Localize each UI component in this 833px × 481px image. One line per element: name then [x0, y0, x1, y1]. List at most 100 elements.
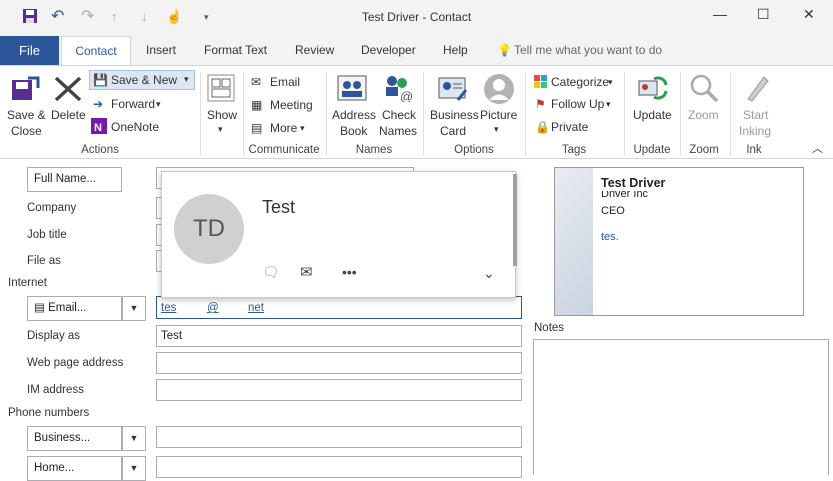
web-page-field[interactable] — [156, 352, 522, 374]
group-label-communicate: Communicate — [248, 144, 320, 156]
more-chevron-icon[interactable]: ▾ — [300, 121, 305, 136]
lock-icon: 🔒 — [535, 120, 550, 134]
notes-field[interactable] — [533, 339, 829, 475]
business-card-preview[interactable]: Test Driver Driver Inc CEO tes. — [554, 167, 804, 316]
categorize-button[interactable]: Categorize — [551, 75, 609, 90]
svg-text:@: @ — [400, 89, 413, 102]
job-title-label: Job title — [27, 229, 67, 241]
tab-contact[interactable]: Contact — [61, 36, 131, 65]
contact-card-popup: TD Test 🗨 ✉ ••• ⌄ — [161, 171, 517, 298]
save-close-icon — [10, 74, 40, 105]
delete-icon — [54, 76, 82, 105]
business-phone-dropdown[interactable]: ▼ — [122, 426, 146, 451]
forward-icon: ➔ — [93, 97, 104, 111]
private-button[interactable]: Private — [551, 120, 588, 135]
minimize-icon[interactable]: — — [713, 6, 727, 22]
tab-row: File Contact Insert Format Text Review D… — [0, 36, 833, 65]
email-field[interactable]: tes @ net — [156, 296, 522, 319]
expand-chevron-icon[interactable]: ⌄ — [483, 265, 495, 282]
show-chevron-icon: ▾ — [218, 124, 223, 134]
tab-format-text[interactable]: Format Text — [204, 43, 267, 57]
more-actions-icon[interactable]: ••• — [342, 264, 357, 280]
categorize-icon — [534, 75, 548, 92]
tab-developer[interactable]: Developer — [361, 43, 416, 57]
categorize-chevron-icon[interactable]: ▾ — [608, 75, 613, 90]
business-phone-button[interactable]: Business... — [27, 426, 122, 451]
mail-icon[interactable]: ✉ — [300, 263, 313, 281]
ribbon: Save & Close Delete 💾 Save & New ▾ ➔ For… — [0, 65, 833, 159]
im-address-label: IM address — [27, 384, 84, 396]
svg-text:N: N — [94, 122, 102, 134]
phone-numbers-section-label: Phone numbers — [8, 407, 90, 419]
email-icon: ✉ — [251, 75, 262, 89]
avatar: TD — [174, 194, 244, 264]
save-new-button[interactable]: 💾 Save & New ▾ — [89, 70, 195, 90]
tab-help[interactable]: Help — [443, 43, 468, 57]
meeting-icon: ▦ — [251, 98, 263, 112]
tell-me-search[interactable]: Tell me what you want to do — [514, 43, 662, 57]
address-book-label-1: Address — [332, 108, 377, 122]
file-as-label: File as — [27, 255, 61, 267]
update-icon — [638, 73, 668, 106]
business-card-title: CEO — [601, 205, 625, 217]
save-close-label-1: Save & — [7, 108, 46, 122]
meeting-button[interactable]: Meeting — [270, 98, 313, 113]
chevron-down-icon[interactable]: ▾ — [184, 72, 189, 87]
more-button[interactable]: More — [270, 121, 297, 136]
picture-icon — [483, 73, 515, 108]
display-as-value: Test — [161, 330, 183, 342]
follow-up-chevron-icon[interactable]: ▾ — [606, 97, 611, 112]
home-phone-button[interactable]: Home... — [27, 456, 122, 481]
tab-insert[interactable]: Insert — [146, 43, 176, 57]
email-button[interactable]: Email — [270, 75, 300, 90]
business-phone-field[interactable] — [156, 426, 522, 448]
email-type-label: Email... — [48, 302, 87, 314]
forward-chevron-icon[interactable]: ▾ — [156, 97, 161, 112]
business-card-label-1: Business — [430, 108, 479, 122]
im-address-field[interactable] — [156, 379, 522, 401]
group-label-zoom: Zoom — [689, 144, 719, 156]
follow-up-button[interactable]: Follow Up — [551, 97, 604, 112]
scrollbar[interactable] — [513, 174, 517, 266]
check-names-label-1: Check — [382, 108, 417, 122]
notes-label: Notes — [534, 322, 565, 334]
show-icon — [207, 74, 235, 105]
onenote-button[interactable]: OneNote — [111, 120, 159, 135]
home-phone-dropdown[interactable]: ▼ — [122, 456, 146, 481]
email-type-dropdown[interactable]: ▼ — [122, 296, 146, 321]
tab-review[interactable]: Review — [295, 43, 334, 57]
check-names-label-2: Names — [379, 124, 418, 138]
im-chat-icon[interactable]: 🗨 — [262, 264, 280, 281]
lightbulb-icon: 💡 — [497, 43, 512, 57]
email-type-button[interactable]: ▤ Email... — [27, 296, 122, 321]
business-card-icon — [438, 74, 468, 105]
display-as-field[interactable]: Test — [156, 325, 522, 347]
email-value-at: @ — [207, 302, 219, 314]
zoom-icon — [689, 73, 719, 106]
start-inking-label-1: Start — [743, 108, 769, 122]
save-new-icon: 💾 — [93, 73, 108, 87]
internet-section-label: Internet — [8, 277, 47, 289]
save-close-label-2: Close — [11, 124, 42, 138]
maximize-icon[interactable]: ☐ — [757, 6, 770, 23]
address-book-label-2: Book — [340, 124, 368, 138]
contact-card-name: Test — [262, 197, 296, 217]
group-label-actions: Actions — [81, 144, 119, 156]
title-bar: ↶ ↷ ↑ ↓ ☝ ▾ Test Driver - Contact — ☐ ✕ — [0, 0, 833, 36]
forward-button[interactable]: Forward — [111, 97, 155, 112]
pen-icon — [742, 73, 770, 106]
tab-file[interactable]: File — [0, 36, 59, 65]
display-as-label: Display as — [27, 330, 81, 342]
full-name-button[interactable]: Full Name... — [27, 167, 122, 192]
collapse-ribbon-icon[interactable]: ︿ — [812, 142, 823, 157]
group-separator — [200, 72, 201, 156]
show-label: Show — [207, 108, 238, 122]
close-icon[interactable]: ✕ — [803, 6, 815, 23]
group-label-options: Options — [454, 144, 494, 156]
group-label-names: Names — [355, 144, 393, 156]
business-card-label-2: Card — [440, 124, 467, 138]
web-page-label: Web page address — [27, 357, 124, 369]
address-card-icon: ▤ — [34, 302, 45, 314]
company-label: Company — [27, 202, 77, 214]
address-book-icon — [337, 74, 367, 105]
